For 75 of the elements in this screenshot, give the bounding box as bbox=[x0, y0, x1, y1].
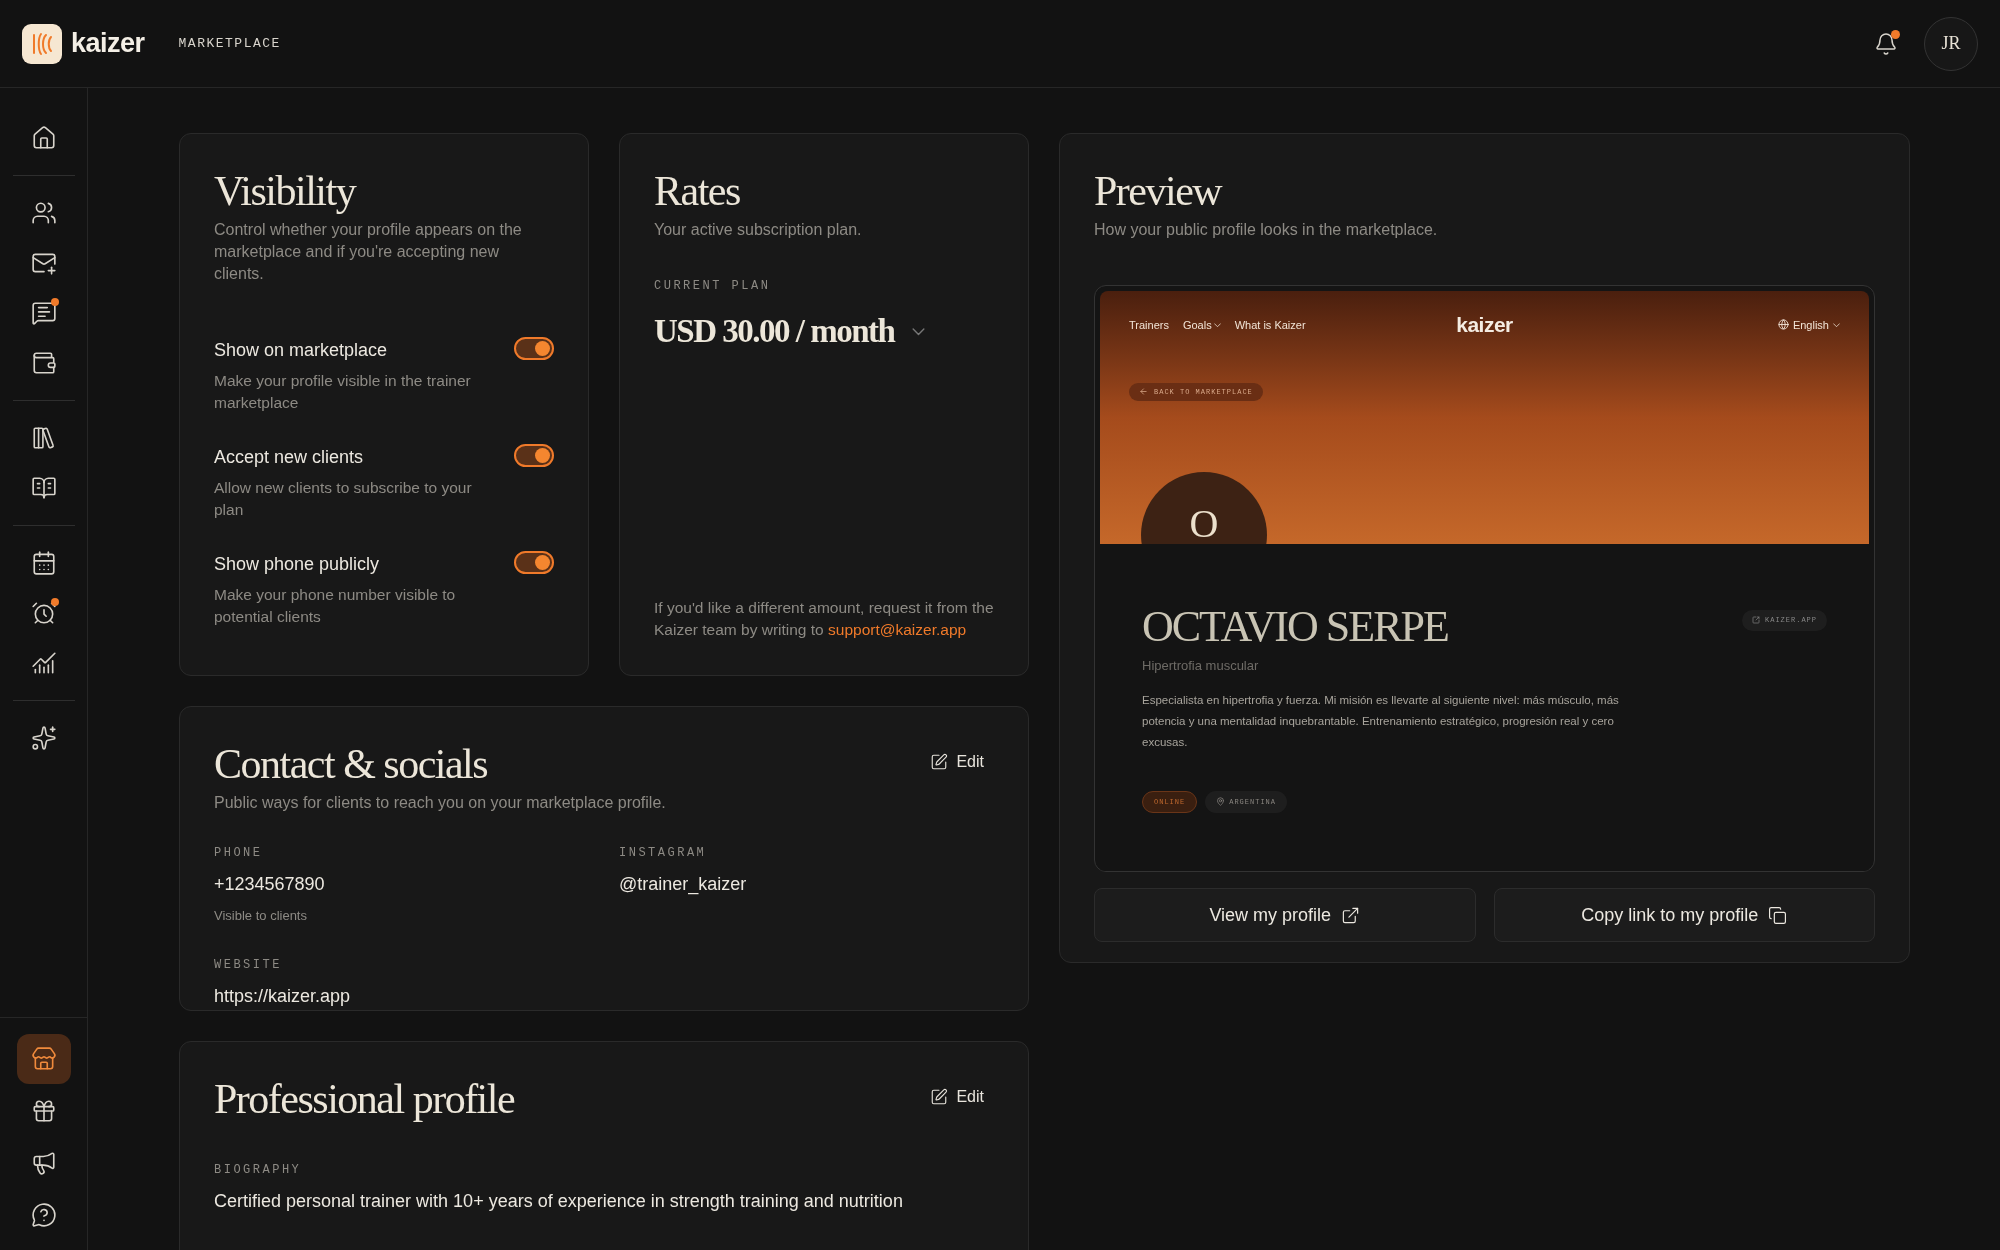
setting-description: Make your phone number visible to potential clients bbox=[214, 585, 457, 627]
profile-button[interactable]: View my profile bbox=[1094, 888, 1476, 942]
alarm-clock-icon bbox=[30, 600, 57, 626]
users-icon bbox=[30, 200, 57, 226]
field-label: WEBSITE bbox=[214, 956, 282, 974]
field-value: https://kaizer.app bbox=[214, 984, 352, 1008]
setting-label: Show on marketplace bbox=[214, 339, 389, 362]
card-subtitle: Your active subscription plan. bbox=[654, 220, 863, 240]
setting-label: Show phone publicly bbox=[214, 553, 381, 576]
pencil-icon bbox=[930, 753, 949, 771]
globe-icon bbox=[1777, 319, 1789, 331]
home-icon bbox=[30, 125, 57, 151]
chart-icon bbox=[30, 650, 57, 676]
profile-button[interactable]: Copy link to my profile bbox=[1493, 888, 1875, 942]
sidebar-item[interactable] bbox=[16, 1034, 71, 1084]
chevron-icon bbox=[1833, 322, 1840, 327]
trainer-specialty: Hipertrofia muscular bbox=[1142, 657, 1260, 675]
plan-selector[interactable]: USD 30.00 / month bbox=[654, 307, 926, 357]
calendar-icon bbox=[30, 550, 57, 576]
toggle-switch[interactable] bbox=[514, 444, 554, 467]
user-avatar[interactable]: JR bbox=[1924, 16, 1978, 71]
trainer-bio: Especialista en hipertrofia y fuerza. Mi misión es llevarte al siguiente nivel: más músculo, más potencia y una mentalidad inquebrantable. Entrenamiento estratégico, progresión real y cero excusas. bbox=[1142, 692, 1620, 750]
toggle-switch[interactable] bbox=[514, 337, 554, 360]
setting-description: Allow new clients to subscribe to your plan bbox=[214, 478, 473, 520]
external-link-icon bbox=[1752, 616, 1760, 625]
store-icon bbox=[30, 1046, 57, 1072]
setting-description: Make your profile visible in the trainer marketplace bbox=[214, 371, 472, 413]
card-subtitle: How your public profile looks in the marketplace. bbox=[1094, 220, 1439, 240]
section-title: MARKETPLACE bbox=[178, 34, 281, 53]
card-title: Visibility bbox=[214, 167, 356, 215]
nav-link[interactable]: Goals bbox=[1182, 316, 1221, 333]
brand-name: kaizer bbox=[71, 27, 145, 61]
nav-link[interactable]: Trainers bbox=[1129, 316, 1169, 333]
copy-icon bbox=[1768, 905, 1788, 925]
megaphone-icon bbox=[30, 1150, 57, 1176]
language-selector[interactable]: English bbox=[1777, 316, 1840, 333]
message-icon bbox=[30, 300, 57, 326]
edit-button[interactable]: Edit bbox=[930, 750, 984, 774]
field-value: Certified personal trainer with 10+ years of experience in strength training and nutrition bbox=[214, 1189, 904, 1213]
brand-logo: kaizer bbox=[1456, 312, 1513, 338]
external-link-icon bbox=[1341, 905, 1361, 925]
pencil-icon bbox=[930, 1087, 949, 1106]
logo-icon bbox=[22, 23, 62, 64]
books-icon bbox=[30, 425, 57, 451]
card-title: Preview bbox=[1094, 167, 1222, 215]
help-icon bbox=[30, 1202, 57, 1228]
field-label: CURRENT PLAN bbox=[654, 278, 771, 295]
bell-icon bbox=[1874, 31, 1898, 56]
wallet-icon bbox=[30, 350, 57, 376]
field-hint: Visible to clients bbox=[214, 907, 308, 925]
chevron-icon bbox=[912, 328, 926, 336]
edit-button[interactable]: Edit bbox=[930, 1084, 984, 1109]
chevron-icon bbox=[1213, 322, 1221, 327]
notifications-button[interactable] bbox=[1874, 31, 1898, 56]
field-value: +1234567890 bbox=[214, 873, 326, 896]
book-icon bbox=[30, 475, 57, 501]
setting-label: Accept new clients bbox=[214, 446, 365, 469]
field-label: BIOGRAPHY bbox=[214, 1161, 302, 1179]
field-label: INSTAGRAM bbox=[619, 845, 707, 862]
card-title: Contact & socials bbox=[214, 740, 488, 788]
field-value: @trainer_kaizer bbox=[619, 873, 748, 897]
toggle-switch[interactable] bbox=[514, 551, 554, 574]
nav-link[interactable]: What is Kaizer bbox=[1234, 316, 1306, 333]
card-title: Rates bbox=[654, 167, 740, 215]
field-label: PHONE bbox=[214, 845, 263, 862]
card-subtitle: Control whether your profile appears on the marketplace and if you're accepting new clients. bbox=[214, 220, 523, 284]
card-subtitle: Public ways for clients to reach you on your marketplace profile. bbox=[214, 793, 666, 813]
gift-icon bbox=[30, 1098, 57, 1124]
card-title: Professional profile bbox=[214, 1074, 515, 1123]
map-pin-icon bbox=[1216, 797, 1226, 807]
rates-note: If you'd like a different amount, request it from the Kaizer team by writing to support@kaizer.app bbox=[654, 598, 994, 640]
trainer-name: OCTAVIO SERPE bbox=[1142, 602, 1448, 652]
arrow-left-icon bbox=[1139, 387, 1148, 397]
sparkles-icon bbox=[30, 725, 57, 751]
support-email-link[interactable]: support@kaizer.app bbox=[828, 621, 967, 638]
